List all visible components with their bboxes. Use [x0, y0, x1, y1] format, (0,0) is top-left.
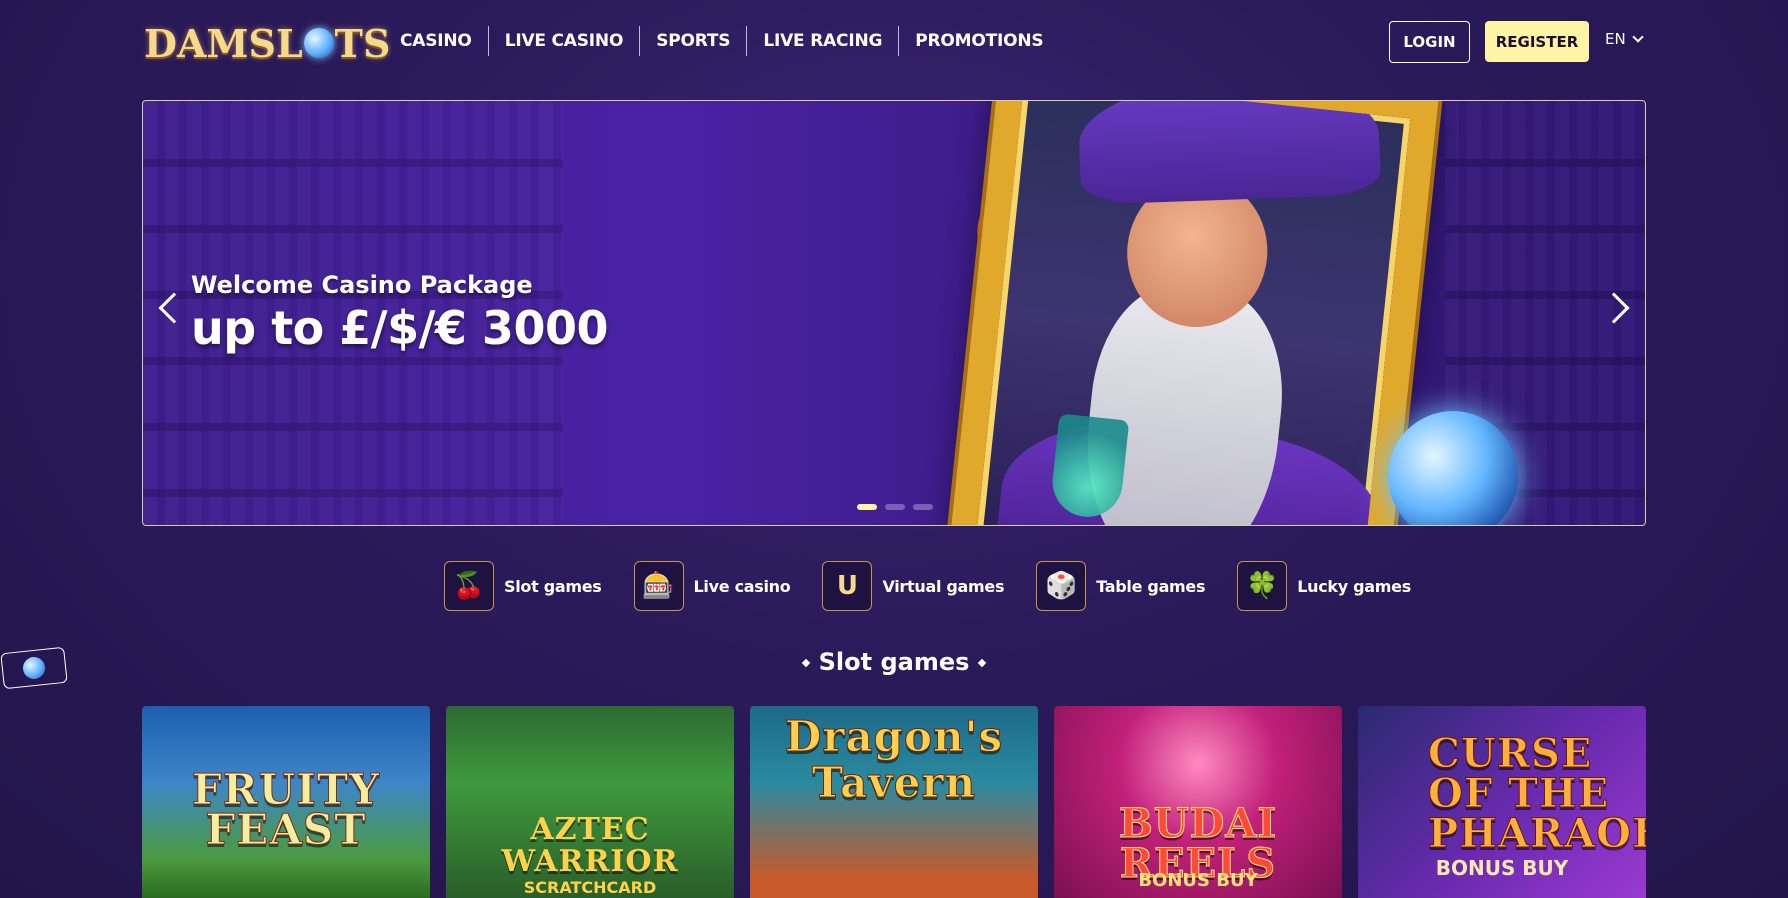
site-header: DAMSL TS CASINO LIVE CASINO SPORTS LIVE R… — [0, 0, 1788, 84]
category-table-games[interactable]: 🎲 Table games — [1036, 560, 1206, 612]
logo-text-start: DAMSL — [144, 20, 303, 66]
promo-banner[interactable]: Welcome Casino Package up to £/$/€ 3000 — [142, 100, 1646, 526]
game-categories: 🍒 Slot games 🎰 Live casino U Virtual gam… — [444, 560, 1443, 612]
category-virtual-games[interactable]: U Virtual games — [822, 560, 1005, 612]
game-subtitle: SCRATCHCARD — [523, 878, 657, 897]
wizard-hat — [1077, 101, 1382, 205]
banner-subtitle: Welcome Casino Package — [191, 271, 533, 299]
language-selector[interactable]: EN — [1605, 30, 1644, 48]
nav-live-casino[interactable]: LIVE CASINO — [487, 26, 640, 56]
game-title: Dragon's Tavern — [784, 712, 1004, 807]
clover-icon: 🍀 — [1237, 561, 1288, 611]
chevron-down-icon — [1632, 31, 1644, 43]
game-title: CURSE OF THE PHARAOH — [1428, 730, 1647, 857]
diamond-icon — [978, 658, 987, 668]
nav-promotions[interactable]: PROMOTIONS — [898, 26, 1059, 56]
slide-dot[interactable] — [913, 504, 933, 510]
game-subtitle: BONUS BUY — [1138, 870, 1258, 891]
register-button[interactable]: REGISTER — [1485, 21, 1589, 62]
slot-games-grid: FRUITY FEAST AZTEC WARRIOR SCRATCHCARD D… — [142, 706, 1646, 898]
slide-indicators — [857, 504, 933, 510]
language-label: EN — [1605, 30, 1626, 48]
crystal-ball-icon — [303, 28, 334, 58]
nav-sports[interactable]: SPORTS — [639, 26, 746, 56]
category-label: Slot games — [504, 576, 602, 596]
damslots-logo[interactable]: DAMSL TS — [144, 18, 390, 68]
game-tile-fruity-feast[interactable]: FRUITY FEAST — [142, 706, 430, 898]
category-label: Live casino — [693, 576, 791, 596]
cherries-icon: 🍒 — [444, 561, 494, 611]
category-label: Lucky games — [1297, 576, 1411, 596]
wizard-portrait-frame — [947, 101, 1439, 525]
game-subtitle: BONUS BUY — [1435, 856, 1569, 880]
main-nav: CASINO LIVE CASINO SPORTS LIVE RACING PR… — [384, 26, 1059, 56]
login-button[interactable]: LOGIN — [1389, 21, 1470, 63]
game-tile-curse-of-the-pharaoh[interactable]: CURSE OF THE PHARAOH BONUS BUY — [1358, 706, 1646, 898]
category-label: Table games — [1096, 576, 1206, 596]
game-title: AZTEC WARRIOR — [501, 812, 679, 879]
diamond-icon — [801, 658, 810, 668]
banner-title: up to £/$/€ 3000 — [191, 301, 608, 355]
section-title: Slot games — [0, 648, 1788, 676]
category-live-casino[interactable]: 🎰 Live casino — [633, 560, 791, 612]
category-lucky-games[interactable]: 🍀 Lucky games — [1237, 560, 1411, 612]
nav-live-racing[interactable]: LIVE RACING — [746, 26, 898, 56]
slide-dot[interactable] — [885, 504, 905, 510]
game-title: FRUITY FEAST — [191, 765, 381, 854]
logo-text-end: TS — [334, 20, 391, 66]
section-title-text: Slot games — [818, 648, 970, 676]
category-label: Virtual games — [882, 576, 1005, 596]
game-tile-aztec-warrior[interactable]: AZTEC WARRIOR SCRATCHCARD — [446, 706, 734, 898]
game-tile-budai-reels[interactable]: BUDAI REELS BONUS BUY — [1054, 706, 1342, 898]
dice-icon: 🎲 — [1036, 561, 1087, 611]
category-slot-games[interactable]: 🍒 Slot games — [444, 560, 602, 612]
chips-icon: 🎰 — [633, 561, 684, 611]
slide-dot[interactable] — [857, 504, 877, 510]
nav-casino[interactable]: CASINO — [384, 26, 488, 56]
horseshoe-icon: U — [822, 561, 873, 611]
game-tile-dragons-tavern[interactable]: Dragon's Tavern — [750, 706, 1038, 898]
